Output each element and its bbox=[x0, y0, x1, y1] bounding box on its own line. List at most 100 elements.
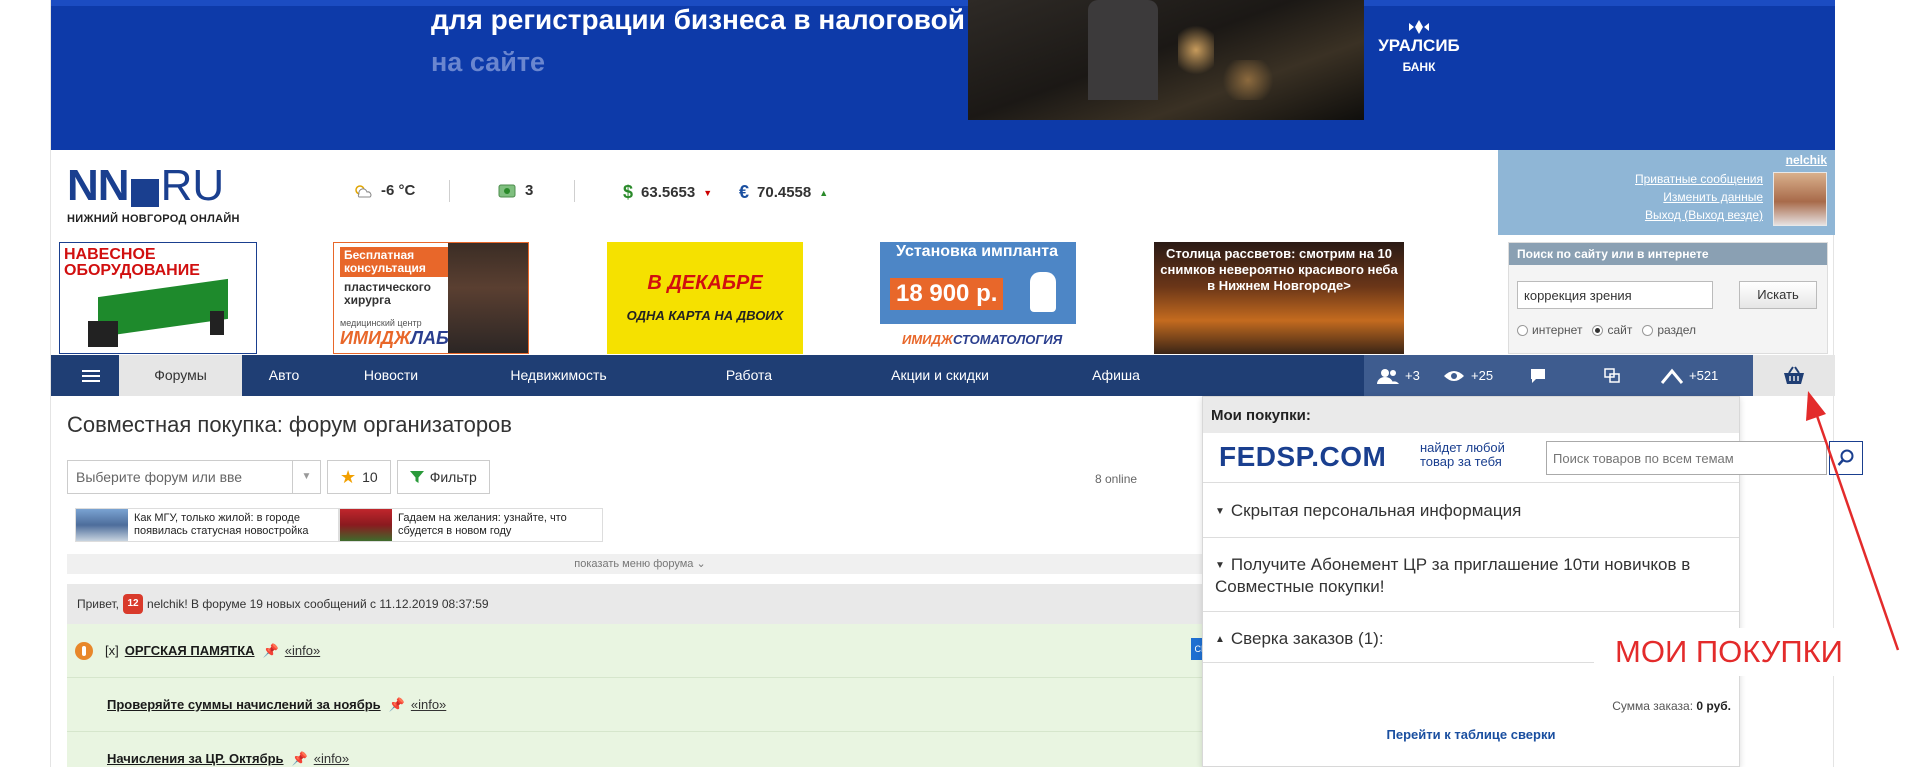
topic-info-link[interactable]: «info» bbox=[411, 697, 446, 712]
ad-imagelab-brand-b: ЛАБ bbox=[410, 328, 449, 348]
banner-light bbox=[1178, 20, 1214, 80]
username-link[interactable]: nelchik bbox=[1786, 153, 1827, 167]
chevron-down-icon: ▼ bbox=[1215, 506, 1225, 518]
windows-button[interactable] bbox=[1603, 355, 1621, 396]
nav-forums[interactable]: Форумы bbox=[119, 355, 242, 396]
show-forum-menu-label: показать меню форума bbox=[574, 558, 694, 570]
usd-rate[interactable]: $ 63.5653 ▼ bbox=[623, 182, 712, 203]
traffic-widget[interactable]: 3 bbox=[497, 182, 533, 199]
ad-december[interactable]: В ДЕКАБРЕ ОДНА КАРТА НА ДВОИХ bbox=[607, 242, 803, 354]
friends-counter[interactable]: +3 bbox=[1377, 355, 1420, 396]
usd-value: 63.5653 bbox=[641, 184, 696, 201]
purchases-search-input[interactable] bbox=[1546, 441, 1827, 475]
banner-light bbox=[1218, 60, 1278, 100]
banner-figure bbox=[1088, 0, 1158, 100]
views-count: +25 bbox=[1471, 368, 1494, 383]
purchases-search-button[interactable] bbox=[1829, 441, 1863, 475]
ad-imagelab-brand: медицинский центр ИМИДЖЛАБ bbox=[340, 318, 526, 349]
news-text: Как МГУ, только жилой: в городе появилас… bbox=[134, 512, 309, 537]
filter-icon bbox=[409, 471, 424, 483]
purchases-search-row: FEDSP.COM найдет любой товар за тебя bbox=[1203, 433, 1863, 483]
topic-link[interactable]: Начисления за ЦР. Октябрь bbox=[107, 751, 284, 766]
section-hidden-info-label: Скрытая персональная информация bbox=[1230, 501, 1522, 520]
favorites-button[interactable]: ★ 10 bbox=[327, 460, 391, 494]
banner-line-2: на сайте bbox=[431, 47, 546, 77]
topic-prefix: [x] bbox=[105, 643, 119, 658]
topic-info-link[interactable]: «info» bbox=[314, 751, 349, 766]
ad-imagelab[interactable]: Бесплатная консультация пластического хи… bbox=[333, 242, 529, 354]
private-messages-link[interactable]: Приватные сообщения bbox=[1635, 170, 1763, 188]
search-input[interactable] bbox=[1517, 281, 1713, 309]
topic-row: Проверяйте суммы начислений за ноябрь 📌 … bbox=[67, 678, 1213, 732]
tooth-icon bbox=[1030, 272, 1056, 312]
user-badge: 12 bbox=[123, 594, 144, 614]
banner-line-1: для регистрации бизнеса в налоговой bbox=[431, 4, 965, 35]
nav-jobs[interactable]: Работа bbox=[661, 355, 837, 396]
windows-icon bbox=[1604, 367, 1620, 383]
fedsp-logo[interactable]: FEDSP.COM bbox=[1219, 441, 1386, 473]
search-button[interactable]: Искать bbox=[1739, 281, 1817, 309]
messages-button[interactable] bbox=[1529, 355, 1547, 396]
ad-implant-brand-b: СТОМАТОЛОГИЯ bbox=[952, 332, 1063, 347]
radio-label: интернет bbox=[1532, 323, 1583, 337]
section-hidden-info[interactable]: ▼ Скрытая персональная информация bbox=[1203, 483, 1739, 539]
ad-sunrise-article[interactable]: Столица рассветов: смотрим на 10 снимков… bbox=[1154, 242, 1404, 354]
filter-button[interactable]: Фильтр bbox=[396, 460, 490, 494]
weather-value: -6 °C bbox=[381, 182, 416, 199]
forum-select[interactable]: Выберите форум или вве ▼ bbox=[67, 460, 321, 494]
news-thumbnail bbox=[76, 509, 128, 541]
basket-icon bbox=[1784, 365, 1804, 384]
topic-row: [x] ОРГСКАЯ ПАМЯТКА 📌 «info» СП bbox=[67, 624, 1213, 678]
ad-implant[interactable]: Установка импланта 18 900 р. ИМИДЖСТОМАТ… bbox=[880, 242, 1076, 354]
news-item[interactable]: Гадаем на желания: узнайте, что сбудется… bbox=[339, 508, 603, 542]
ad-sunrise-text: Столица рассветов: смотрим на 10 снимков… bbox=[1160, 246, 1398, 293]
uralsib-logo-icon bbox=[1409, 20, 1429, 34]
karma-counter[interactable]: +521 bbox=[1661, 355, 1718, 396]
annotation-label: МОИ ПОКУПКИ bbox=[1594, 628, 1864, 676]
banner-photo bbox=[968, 0, 1364, 120]
avatar[interactable] bbox=[1773, 172, 1827, 226]
nav-realty[interactable]: Недвижимость bbox=[456, 355, 661, 396]
chevron-down-icon: ▼ bbox=[1215, 560, 1225, 572]
nav-promos[interactable]: Акции и скидки bbox=[837, 355, 1043, 396]
ad-implant-price: 18 900 р. bbox=[890, 278, 1004, 310]
divider bbox=[449, 180, 450, 202]
reconciliation-table-link[interactable]: Перейти к таблице сверки bbox=[1203, 727, 1739, 742]
radio-site[interactable]: сайт bbox=[1592, 323, 1632, 337]
weather-widget[interactable]: -6 °C bbox=[353, 182, 415, 199]
eur-rate[interactable]: € 70.4558 ▲ bbox=[739, 182, 828, 203]
forum-tools: Выберите форум или вве ▼ ★ 10 Фильтр bbox=[67, 460, 490, 494]
eur-value: 70.4558 bbox=[757, 184, 812, 201]
chevron-down-icon: ⌄ bbox=[696, 558, 706, 570]
online-count: 8 online bbox=[1095, 472, 1138, 486]
edit-profile-link[interactable]: Изменить данные bbox=[1635, 188, 1763, 206]
news-item[interactable]: Как МГУ, только жилой: в городе появилас… bbox=[75, 508, 339, 542]
eye-icon bbox=[1444, 370, 1464, 381]
show-forum-menu[interactable]: показать меню форума ⌄ bbox=[67, 554, 1213, 574]
nav-auto[interactable]: Авто bbox=[242, 355, 326, 396]
euro-icon: € bbox=[739, 182, 750, 202]
topic-link[interactable]: ОРГСКАЯ ПАМЯТКА bbox=[125, 643, 255, 658]
radio-section[interactable]: раздел bbox=[1642, 323, 1696, 337]
greeting-text: nelchik! В форуме 19 новых сообщений с 1… bbox=[147, 597, 489, 611]
search-title: Поиск по сайту или в интернете bbox=[1509, 243, 1827, 265]
views-counter[interactable]: +25 bbox=[1443, 355, 1493, 396]
fedsp-tagline: найдет любой товар за тебя bbox=[1420, 440, 1505, 469]
banner-brand: УРАЛСИБ БАНК bbox=[1369, 20, 1469, 74]
weather-sun-cloud-icon bbox=[355, 184, 372, 197]
radio-internet[interactable]: интернет bbox=[1517, 323, 1582, 337]
logout-link[interactable]: Выход (Выход везде) bbox=[1635, 206, 1763, 224]
top-banner-ad[interactable]: для регистрации бизнеса в налоговой на с… bbox=[51, 0, 1835, 150]
nav-afisha[interactable]: Афиша bbox=[1043, 355, 1189, 396]
my-purchases-button[interactable] bbox=[1753, 355, 1835, 396]
ad-equipment[interactable]: НАВЕСНОЕ ОБОРУДОВАНИЕ bbox=[59, 242, 257, 354]
divider bbox=[574, 180, 575, 202]
news-teasers: Как МГУ, только жилой: в городе появилас… bbox=[75, 508, 603, 542]
section-invite-promo[interactable]: ▼ Получите Абонемент ЦР за приглашение 10… bbox=[1203, 538, 1739, 613]
topic-link[interactable]: Проверяйте суммы начислений за ноябрь bbox=[107, 697, 381, 712]
nav-news[interactable]: Новости bbox=[326, 355, 456, 396]
site-header: NN RU НИЖНИЙ НОВГОРОД ОНЛАЙН -6 °C 3 $ 63… bbox=[51, 150, 1835, 235]
site-logo[interactable]: NN RU НИЖНИЙ НОВГОРОД ОНЛАЙН bbox=[67, 164, 287, 225]
topic-info-link[interactable]: «info» bbox=[285, 643, 320, 658]
radio-label: сайт bbox=[1607, 323, 1633, 337]
